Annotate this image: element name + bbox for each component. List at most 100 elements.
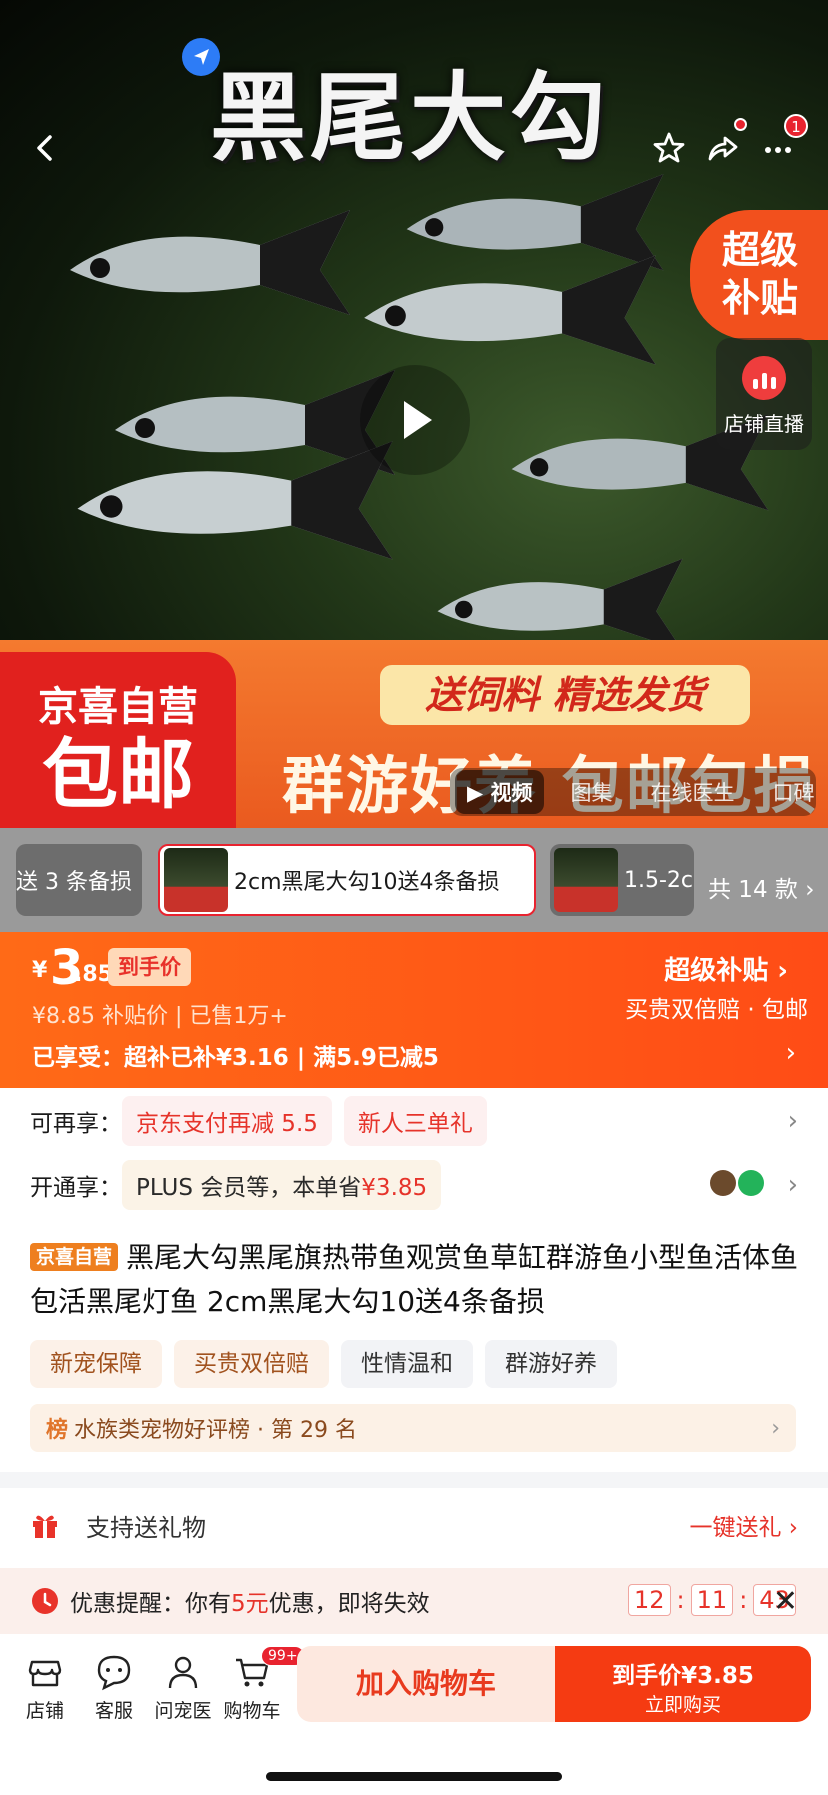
reminder-amount: 5元 [231,1591,269,1617]
chevron-left-icon [37,135,52,161]
extra-offers-row[interactable]: 可再享： 京东支付再减 5.5 新人三单礼 › [30,1096,798,1146]
countdown-minutes: 11 [690,1584,734,1616]
sku-option-label: 送 3 条备损 [16,870,132,895]
product-title: 京喜自营 黑尾大勾黑尾旗热带鱼观赏鱼草缸群游鱼小型鱼活体鱼包活黑尾灯鱼 2cm黑尾… [30,1236,800,1324]
more-button[interactable]: 1 [750,114,808,176]
section-divider [0,1472,828,1488]
store-label: 店铺 [25,1700,64,1722]
coupon-reminder-bar[interactable]: 优惠提醒：你有 5元 优惠，即将失效 12: 11: 43 ✕ [0,1568,828,1634]
play-icon [404,401,432,439]
sku-total-link[interactable]: 共 14 款 › [708,870,814,904]
cart-label: 购物车 [223,1700,281,1722]
sku-selector: 送 3 条备损 2cm黑尾大勾10送4条备损 1.5-2c 共 14 款 › [0,828,828,932]
more-count-badge: 1 [784,114,808,138]
product-tags: 新宠保障 买贵双倍赔 性情温和 群游好养 [30,1340,617,1388]
reminder-suffix: 优惠，即将失效 [268,1591,430,1617]
close-icon[interactable]: ✕ [773,1584,798,1619]
tag-item[interactable]: 群游好养 [485,1340,617,1388]
ask-vet-label: 问宠医 [154,1700,212,1722]
hero-title: 黑尾大勾 [210,62,610,174]
self-operated-badge: 京喜自营 [30,1243,119,1271]
rank-text: 水族类宠物好评榜 · 第 29 名 [74,1418,357,1443]
chevron-right-icon: › [771,1415,780,1441]
crown-icon [710,1170,736,1196]
promo-ribbon: 送饲料 精选发货 [380,665,750,725]
back-button[interactable] [18,120,74,176]
tag-item[interactable]: 买贵双倍赔 [174,1340,329,1388]
fish-image [77,441,393,560]
product-title-text: 黑尾大勾黑尾旗热带鱼观赏鱼草缸群游鱼小型鱼活体鱼包活黑尾灯鱼 2cm黑尾大勾10… [30,1241,799,1318]
buy-now-button[interactable]: 到手价¥3.85 立即购买 [555,1646,811,1722]
sku-option[interactable]: 送 3 条备损 [16,844,142,916]
store-live-button[interactable]: 店铺直播 [716,338,812,450]
customer-service-label: 客服 [94,1700,133,1722]
store-icon [28,1660,62,1687]
live-icon [742,356,786,400]
countdown-hours: 12 [628,1584,671,1616]
sku-option-label: 2cm黑尾大勾10送4条备损 [234,870,500,895]
chevron-right-icon: › [787,1106,798,1136]
send-gift-link[interactable]: 一键送礼 › [689,1508,798,1542]
gift-icon [33,1515,57,1538]
buy-now-label: 立即购买 [644,1694,721,1716]
vet-icon [168,1656,198,1689]
price-subline: ¥8.85 补贴价 | 已售1万+ [32,1004,288,1029]
promo-left-block: 京喜自营 包邮 [0,652,236,828]
product-image-carousel[interactable]: 黑尾大勾 1 超级补贴 店铺直播 京喜自营 包邮 送饲料 精选发货 群游好养 包… [0,0,828,828]
sku-thumbnail [554,848,618,912]
super-subsidy-badge[interactable]: 超级补贴 [690,210,828,340]
plus-offer-label: 开通享： [30,1175,122,1201]
reminder-prefix: 优惠提醒：你有 [70,1591,231,1617]
price-panel: ¥ 3 .85 到手价 ¥8.85 补贴价 | 已售1万+ 已享受：超补已补¥3… [0,932,828,1088]
store-live-label: 店铺直播 [724,412,804,436]
media-tabs: ▶ 视频 图集 在线医生 口碑 [455,770,826,814]
offer-pill[interactable]: 京东支付再减 5.5 [122,1096,332,1146]
tab-gallery[interactable]: 图集 [558,770,624,814]
plus-offer-pill[interactable]: PLUS 会员等，本单省¥3.85 [122,1160,442,1210]
fish-image [364,255,656,365]
price-currency: ¥ [32,958,48,983]
final-price-tag: 到手价 [108,948,191,986]
gift-label: 支持送礼物 [86,1513,206,1542]
tag-item[interactable]: 性情温和 [341,1340,473,1388]
location-icon [182,38,220,76]
buy-now-price: 到手价¥3.85 [612,1663,754,1689]
add-to-cart-button[interactable]: 加入购物车 [297,1646,555,1722]
favorite-button[interactable] [641,120,697,176]
bottom-action-bar: 店铺 客服 问宠医 购物车 99+ 加入购物车 到手价¥3.85 立即购买 [0,1634,828,1795]
tab-video[interactable]: ▶ 视频 [455,770,545,814]
tab-reviews[interactable]: 口碑 [760,770,826,814]
price-discount-line[interactable]: 已享受：超补已补¥3.16 | 满5.9已减5 [32,1038,439,1072]
share-dot-badge [734,118,747,131]
chat-icon [97,1655,131,1691]
gift-row[interactable]: 支持送礼物 一键送礼 › [30,1497,798,1553]
sku-option-selected[interactable]: 2cm黑尾大勾10送4条备损 [158,844,536,916]
store-button[interactable]: 店铺 [10,1652,80,1723]
promo-left-big: 包邮 [42,730,194,819]
fish-image [70,210,350,315]
rank-icon: 榜 [46,1418,69,1443]
extra-offers-label: 可再享： [30,1111,122,1137]
countdown-timer: 12: 11: 43 [628,1584,796,1616]
home-indicator[interactable] [266,1772,562,1781]
customer-service-button[interactable]: 客服 [79,1652,149,1723]
promo-left-top: 京喜自营 [38,684,198,730]
ask-vet-button[interactable]: 问宠医 [148,1652,218,1723]
super-subsidy-link[interactable]: 超级补贴 › [664,950,788,987]
chevron-right-icon[interactable]: › [786,1038,796,1068]
cart-button[interactable]: 购物车 99+ [217,1646,305,1723]
tab-online-doctor[interactable]: 在线医生 [638,770,746,814]
chevron-right-icon: › [787,1170,798,1200]
sku-option[interactable]: 1.5-2c [550,844,694,916]
clock-icon [32,1588,58,1614]
sku-thumbnail [164,848,228,912]
share-button[interactable] [694,118,750,176]
share-icon [708,136,738,161]
plus-offer-row[interactable]: 开通享： PLUS 会员等，本单省¥3.85 › [30,1160,798,1210]
play-video-button[interactable] [360,365,470,475]
bag-icon [738,1170,764,1196]
ranking-bar[interactable]: 榜 水族类宠物好评榜 · 第 29 名 › [30,1404,796,1452]
offer-pill[interactable]: 新人三单礼 [343,1096,487,1146]
star-icon [653,132,685,163]
tag-item[interactable]: 新宠保障 [30,1340,162,1388]
